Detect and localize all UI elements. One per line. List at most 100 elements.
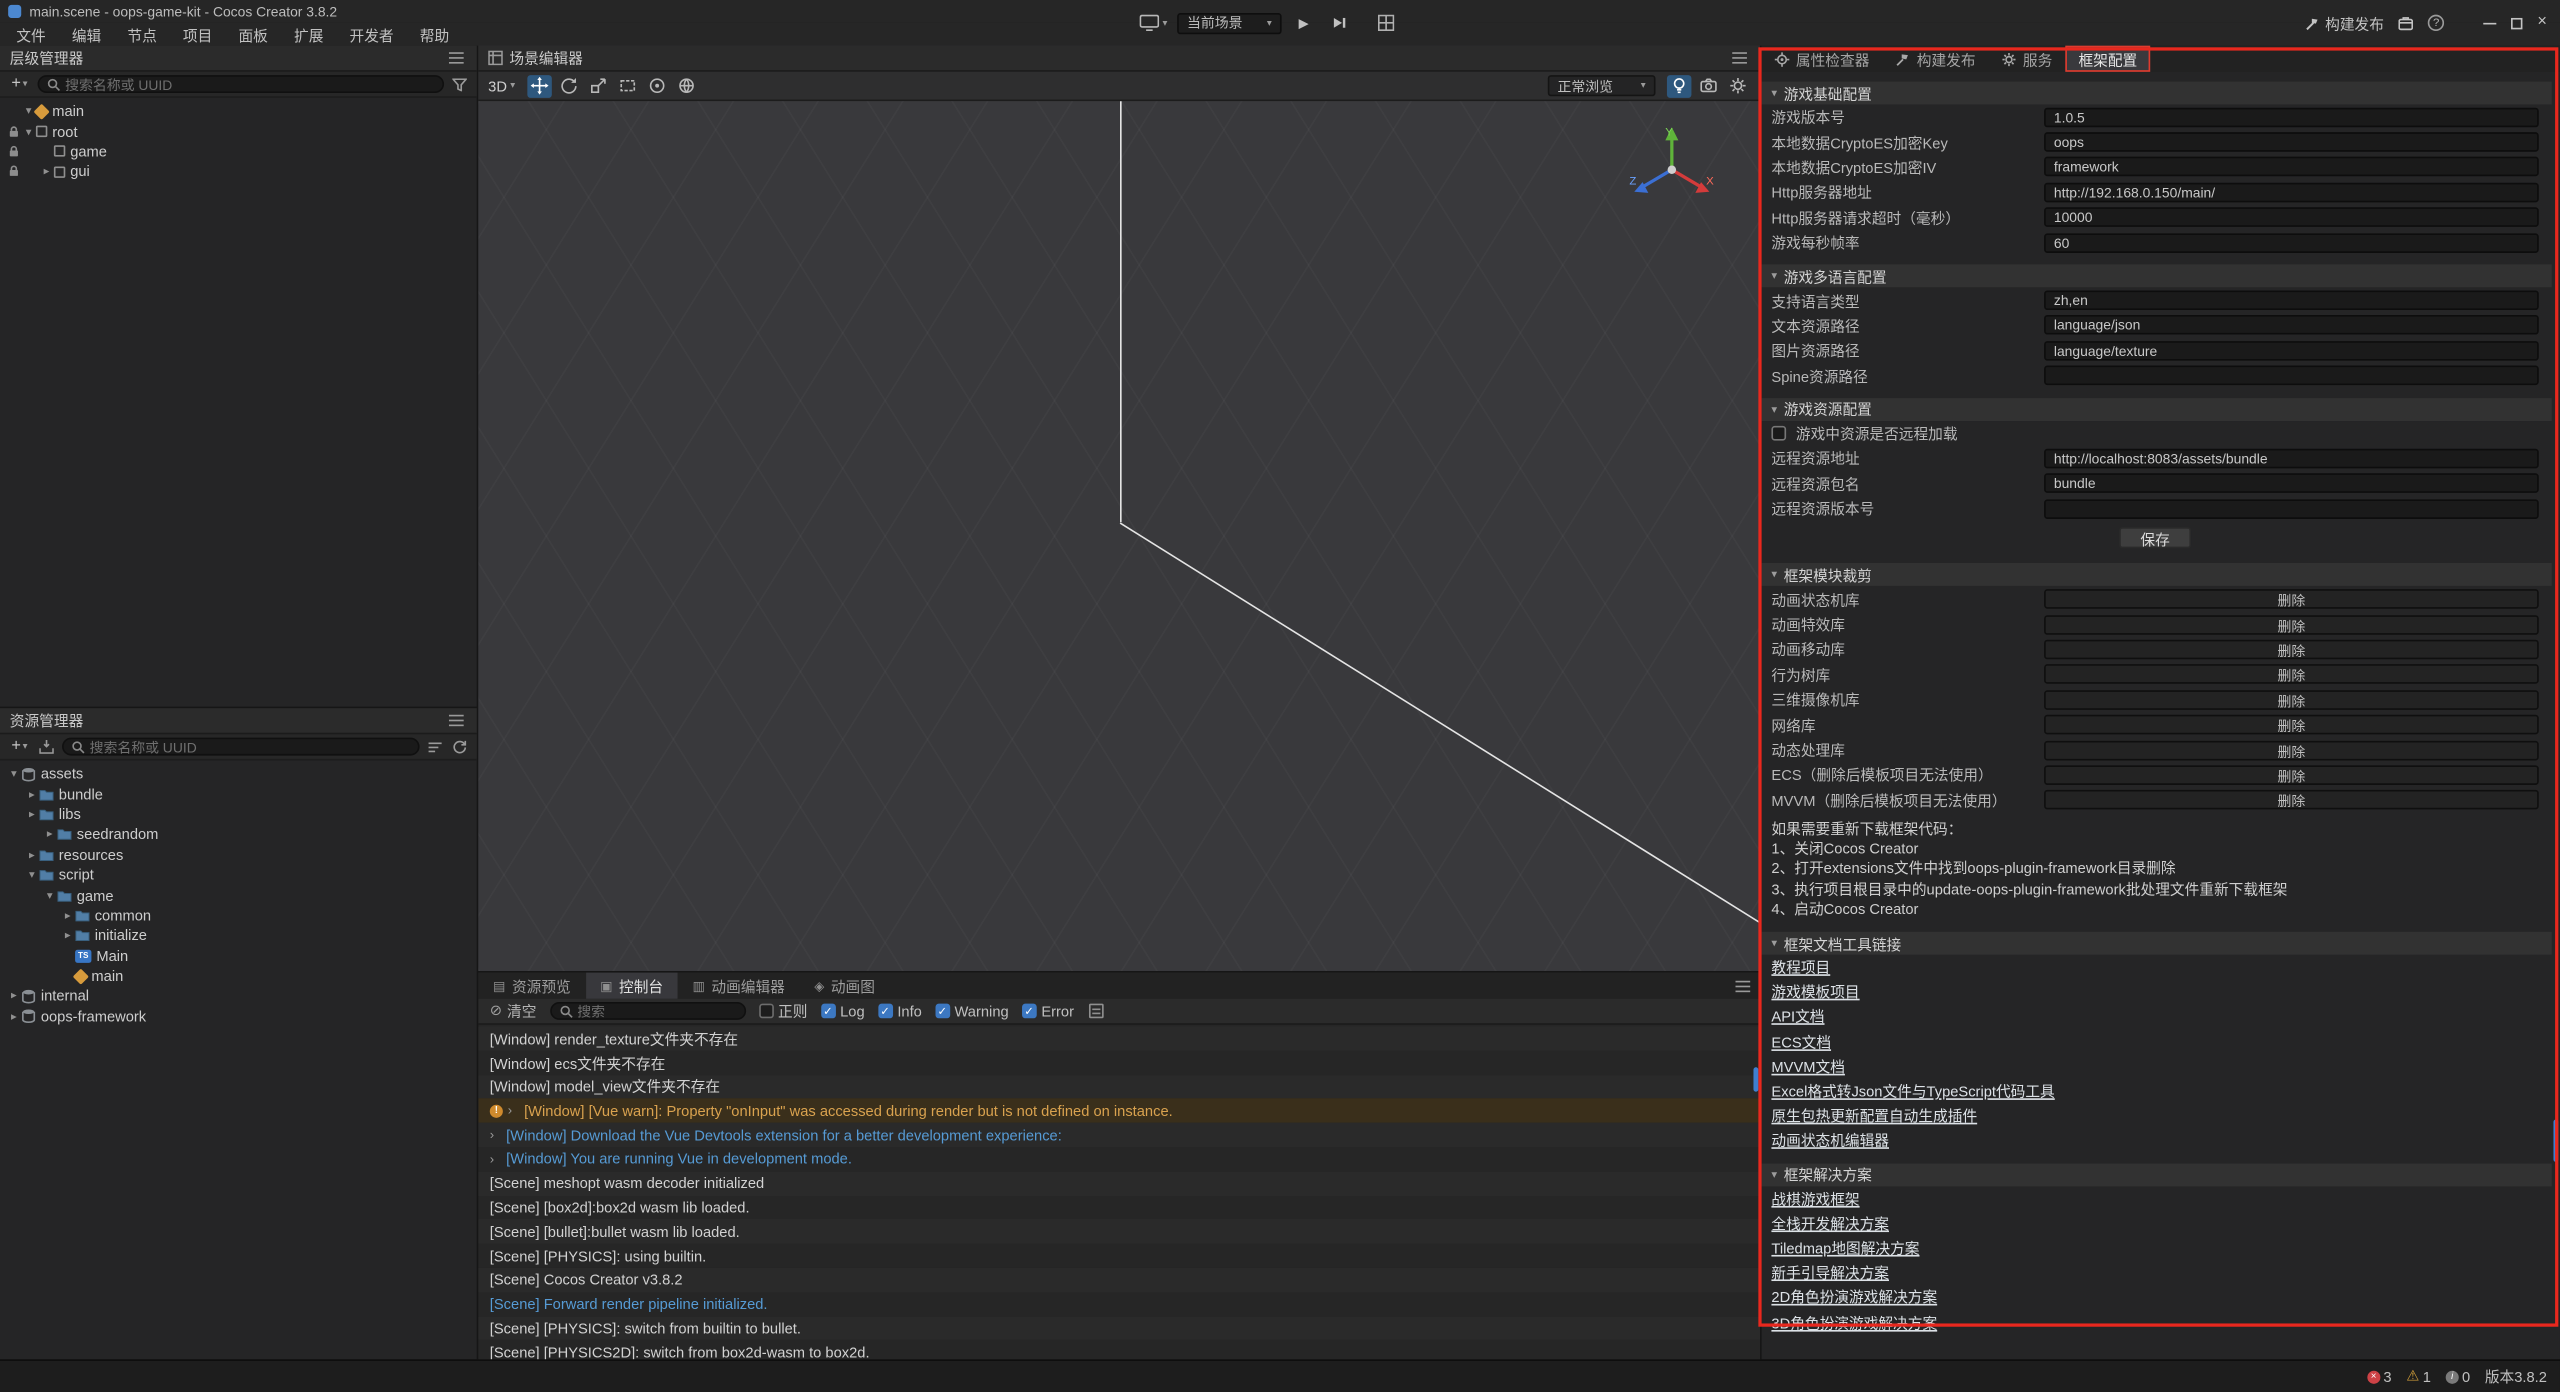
console-filter-正则[interactable]: 正则 [758, 1000, 807, 1021]
camera-settings-icon[interactable] [1696, 74, 1720, 97]
section-header[interactable]: ▾框架解决方案 [1762, 1163, 2552, 1186]
console-log-row[interactable]: [Window] render_texture文件夹不存在 [478, 1026, 1760, 1050]
field-input[interactable] [2044, 208, 2539, 228]
menu-item-4[interactable]: 面板 [225, 23, 281, 46]
menu-item-6[interactable]: 开发者 [336, 23, 406, 46]
tree-expand-arrow[interactable]: ▸ [39, 165, 54, 178]
console-log-row[interactable]: !›[Window] [Vue warn]: Property "onInput… [478, 1099, 1760, 1123]
scene-select[interactable]: 当前场景 ▾ [1177, 12, 1281, 33]
asset-node-main[interactable]: main [0, 966, 477, 986]
save-button[interactable]: 保存 [2119, 527, 2191, 548]
tree-expand-arrow[interactable]: ▸ [24, 808, 39, 821]
delete-button[interactable]: 删除 [2044, 690, 2539, 710]
field-input[interactable] [2044, 233, 2539, 253]
asset-node-common[interactable]: ▸common [0, 905, 477, 925]
help-icon[interactable]: ? [2428, 15, 2444, 31]
filter-icon[interactable] [451, 78, 469, 91]
delete-button[interactable]: 删除 [2044, 640, 2539, 660]
minimize-button[interactable] [2484, 22, 2497, 24]
tree-expand-arrow[interactable]: ▸ [7, 1010, 22, 1023]
hierarchy-search-input[interactable] [65, 76, 434, 92]
delete-button[interactable]: 删除 [2044, 715, 2539, 735]
step-button[interactable] [1326, 12, 1350, 33]
hierarchy-node-gui[interactable]: ▸gui [0, 162, 477, 182]
preview-platform-button[interactable]: ▾ [1140, 15, 1168, 31]
menu-item-2[interactable]: 节点 [114, 23, 170, 46]
tree-expand-arrow[interactable]: ▸ [7, 990, 22, 1003]
link-5-5[interactable]: 3D角色扮演游戏解决方案 [1771, 1311, 1937, 1332]
section-header[interactable]: ▾游戏基础配置 [1762, 82, 2552, 105]
tree-collapse-arrow[interactable]: ▾ [42, 889, 57, 902]
remote-load-checkbox[interactable] [1771, 426, 1786, 441]
menu-item-1[interactable]: 编辑 [59, 23, 115, 46]
field-input[interactable] [2044, 183, 2539, 203]
build-button[interactable]: 构建发布 [2306, 12, 2384, 33]
link-4-3[interactable]: ECS文档 [1771, 1031, 1831, 1052]
console-search-input[interactable] [577, 1003, 735, 1019]
tree-expand-arrow[interactable]: ▸ [60, 909, 75, 922]
link-4-0[interactable]: 教程项目 [1771, 956, 1830, 977]
pivot-tool[interactable] [644, 74, 668, 97]
asset-node-bundle[interactable]: ▸bundle [0, 784, 477, 804]
gear-icon[interactable] [1726, 74, 1750, 97]
console-log-row[interactable]: [Scene] Cocos Creator v3.8.2 [478, 1268, 1760, 1292]
sort-icon[interactable] [426, 740, 444, 753]
field-input[interactable] [2044, 341, 2539, 361]
scene-menu-icon[interactable] [1729, 46, 1750, 70]
console-filter-Warning[interactable]: ✓Warning [935, 1003, 1009, 1019]
field-input[interactable] [2044, 157, 2539, 177]
assets-menu-icon[interactable] [446, 708, 467, 732]
link-5-0[interactable]: 战棋游戏框架 [1771, 1187, 1859, 1208]
console-log-row[interactable]: [Window] model_view文件夹不存在 [478, 1075, 1760, 1099]
refresh-icon[interactable] [451, 739, 469, 754]
console-log-row[interactable]: [Scene] meshopt wasm decoder initialized [478, 1171, 1760, 1195]
console-tab-2[interactable]: ▥动画编辑器 [678, 973, 800, 999]
create-asset-button[interactable]: +▾ [8, 738, 31, 756]
asset-node-libs[interactable]: ▸libs [0, 804, 477, 824]
rotate-tool[interactable] [556, 74, 580, 97]
tree-expand-arrow[interactable]: ▸ [42, 828, 57, 841]
hierarchy-node-game[interactable]: game [0, 142, 477, 162]
scene-viewport[interactable]: Y X Z [478, 101, 1760, 971]
lighting-toggle[interactable] [1667, 74, 1691, 97]
checkbox-icon[interactable]: ✓ [1022, 1004, 1037, 1019]
tree-expand-arrow[interactable]: ▸ [60, 929, 75, 942]
hierarchy-menu-icon[interactable] [446, 46, 467, 70]
link-4-1[interactable]: 游戏模板项目 [1771, 981, 1859, 1002]
asset-node-script[interactable]: ▾script [0, 865, 477, 885]
section-header[interactable]: ▾游戏资源配置 [1762, 398, 2552, 421]
console-log-row[interactable]: [Scene] Forward render pipeline initiali… [478, 1292, 1760, 1316]
delete-button[interactable]: 删除 [2044, 614, 2539, 634]
tree-collapse-arrow[interactable]: ▾ [7, 767, 22, 780]
console-log-row[interactable]: ›[Window] You are running Vue in develop… [478, 1147, 1760, 1171]
warning-count-badge[interactable]: ⚠ 1 [2406, 1368, 2431, 1384]
close-button[interactable]: × [2537, 15, 2547, 31]
layout-button[interactable] [1373, 12, 1397, 33]
create-node-button[interactable]: +▾ [8, 75, 31, 93]
console-log-row[interactable]: [Scene] [PHYSICS2D]: switch from box2d-w… [478, 1340, 1760, 1359]
link-5-4[interactable]: 2D角色扮演游戏解决方案 [1771, 1286, 1937, 1307]
console-scrollbar-thumb[interactable] [1753, 1067, 1758, 1091]
asset-node-oops-framework[interactable]: ▸oops-framework [0, 1006, 477, 1026]
field-input[interactable] [2044, 366, 2539, 386]
axis-gizmo[interactable]: Y X Z [1626, 121, 1717, 212]
asset-node-initialize[interactable]: ▸initialize [0, 925, 477, 945]
assets-search-input[interactable] [90, 738, 410, 754]
link-4-6[interactable]: 原生包热更新配置自动生成插件 [1771, 1105, 1977, 1126]
console-filter-Info[interactable]: ✓Info [878, 1003, 922, 1019]
menu-item-5[interactable]: 扩展 [281, 23, 337, 46]
asset-node-seedrandom[interactable]: ▸seedrandom [0, 824, 477, 844]
checkbox-icon[interactable] [758, 1004, 773, 1019]
tree-expand-arrow[interactable]: ▸ [24, 788, 39, 801]
menu-item-7[interactable]: 帮助 [407, 23, 463, 46]
delete-button[interactable]: 删除 [2044, 740, 2539, 760]
view-mode-select[interactable]: 正常浏览 ▾ [1548, 75, 1656, 96]
console-log-row[interactable]: [Scene] [box2d]:box2d wasm lib loaded. [478, 1195, 1760, 1219]
tree-collapse-arrow[interactable]: ▾ [24, 868, 39, 881]
message-count-badge[interactable]: i 0 [2446, 1368, 2471, 1384]
maximize-button[interactable] [2511, 17, 2522, 28]
console-log-row[interactable]: [Scene] [bullet]:bullet wasm lib loaded. [478, 1220, 1760, 1244]
link-4-7[interactable]: 动画状态机编辑器 [1771, 1130, 1889, 1151]
console-log-row[interactable]: [Window] ecs文件夹不存在 [478, 1051, 1760, 1075]
delete-button[interactable]: 删除 [2044, 790, 2539, 810]
